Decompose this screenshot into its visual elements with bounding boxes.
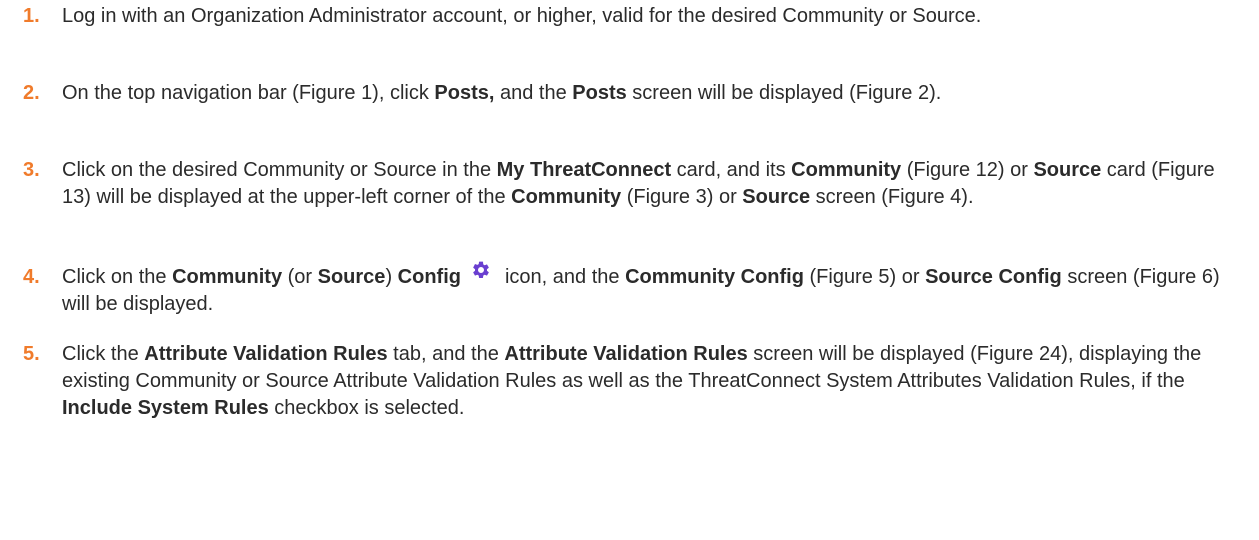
step-text: Click on the desired Community or Source… (62, 157, 1248, 211)
text-run: Click on the desired Community or Source… (62, 159, 497, 181)
text-run: card, and its (671, 159, 792, 181)
attribute-validation-rules-term: Attribute Validation Rules (504, 343, 748, 365)
posts-term: Posts, (434, 82, 495, 104)
text-run: and the (494, 82, 573, 104)
step-2: 2. On the top navigation bar (Figure 1),… (23, 80, 1248, 107)
step-4: 4. Click on the Community (or Source) Co… (23, 261, 1248, 318)
step-number: 4. (23, 266, 40, 288)
posts-term: Posts (572, 82, 627, 104)
config-term: Config (397, 266, 461, 288)
attribute-validation-rules-term: Attribute Validation Rules (144, 343, 388, 365)
step-number: 1. (23, 5, 40, 27)
text-run: screen will be displayed (Figure 2). (626, 82, 942, 104)
text-run: Click on the (62, 266, 173, 288)
text-run: (Figure 3) or (621, 186, 743, 208)
step-number: 5. (23, 343, 40, 365)
my-threatconnect-term: My ThreatConnect (496, 159, 672, 181)
text-run: On the top navigation bar (Figure 1), cl… (62, 82, 435, 104)
step-1: 1. Log in with an Organization Administr… (23, 3, 1248, 30)
source-term: Source (742, 186, 811, 208)
community-term: Community (511, 186, 622, 208)
instructions-document: 1. Log in with an Organization Administr… (0, 0, 1259, 540)
step-text: Click on the Community (or Source) Confi… (62, 261, 1248, 318)
text-run: Log in with an Organization Administrato… (62, 5, 982, 27)
step-number: 2. (23, 82, 40, 104)
step-text: Click the Attribute Validation Rules tab… (62, 341, 1248, 422)
text-run: (Figure 5) or (803, 266, 926, 288)
step-text: Log in with an Organization Administrato… (62, 3, 1248, 30)
gear-icon (471, 260, 491, 280)
text-run: Click the (62, 343, 145, 365)
text-run: (Figure 12) or (901, 159, 1034, 181)
text-run: icon, and the (504, 266, 626, 288)
community-term: Community (791, 159, 902, 181)
community-term: Community (172, 266, 283, 288)
step-text: On the top navigation bar (Figure 1), cl… (62, 80, 1248, 107)
step-number: 3. (23, 159, 40, 181)
step-3: 3. Click on the desired Community or Sou… (23, 157, 1248, 211)
step-5: 5. Click the Attribute Validation Rules … (23, 341, 1248, 422)
text-run: (or (282, 266, 318, 288)
text-run: checkbox is selected. (268, 397, 465, 419)
text-run: screen (Figure 4). (810, 186, 974, 208)
source-config-term: Source Config (925, 266, 1062, 288)
include-system-rules-term: Include System Rules (62, 397, 269, 419)
community-config-term: Community Config (625, 266, 804, 288)
source-term: Source (1033, 159, 1102, 181)
text-run: tab, and the (387, 343, 505, 365)
source-term: Source (317, 266, 386, 288)
text-run: ) (385, 266, 398, 288)
